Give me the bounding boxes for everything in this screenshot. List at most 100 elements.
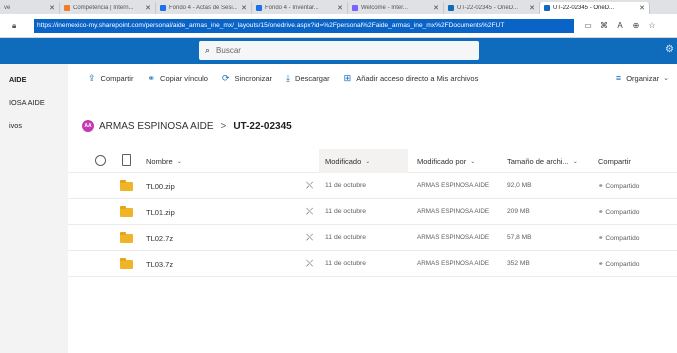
zoom-icon[interactable]: ⊕: [628, 21, 644, 30]
file-modified: 11 de octubre: [325, 260, 367, 267]
file-type-icon: [122, 154, 131, 166]
close-icon[interactable]: ✕: [49, 4, 55, 12]
chevron-down-icon: ⌄: [572, 158, 578, 165]
file-size: 57,8 MB: [507, 234, 532, 241]
url-field[interactable]: https://inemexico-my.sharepoint.com/pers…: [34, 18, 574, 33]
lock-icon[interactable]: 🔒︎: [12, 21, 26, 31]
browser-tab[interactable]: Welcome - Inter... ✕: [348, 2, 444, 14]
avatar: AA: [82, 120, 94, 132]
file-name[interactable]: TL00.zip: [146, 182, 175, 191]
zip-folder-icon: [120, 180, 133, 191]
file-modified: 11 de octubre: [325, 208, 367, 215]
column-size-label: Tamaño de archi...: [507, 156, 569, 166]
select-all-radio[interactable]: [95, 155, 106, 166]
file-name[interactable]: TL02.7z: [146, 234, 173, 243]
shortcut-icon: ⊞: [343, 72, 352, 83]
link-icon: ⚭: [598, 183, 604, 190]
favicon-icon: [352, 5, 358, 11]
file-row[interactable]: TL03.7z ⤬ 11 de octubre ARMAS ESPINOSA A…: [68, 251, 677, 277]
file-sharing-status: ⚭ Compartido: [598, 260, 639, 268]
file-sharing-status: ⚭ Compartido: [598, 234, 639, 242]
sync-arrows-icon[interactable]: ⤬: [306, 206, 313, 217]
tab-label: Competencia | Intern...: [73, 5, 134, 11]
sync-label: Sincronizar: [234, 73, 273, 83]
browser-tab[interactable]: Fondo 4 - Inventar... ✕: [252, 2, 348, 14]
file-sharing-status: ⚭ Compartido: [598, 208, 639, 216]
close-icon[interactable]: ✕: [433, 4, 439, 12]
favicon-icon: [160, 5, 166, 11]
column-header-size[interactable]: Tamaño de archi... ⌄: [507, 149, 578, 173]
sort-lines-icon: ≡: [615, 73, 622, 83]
column-modified-label: Modificado: [325, 156, 362, 166]
close-icon[interactable]: ✕: [241, 4, 247, 12]
file-size: 92,0 MB: [507, 182, 532, 189]
sync-arrows-icon[interactable]: ⤬: [306, 258, 313, 269]
file-size: 209 MB: [507, 208, 530, 215]
nav-item-user-full[interactable]: IOSA AIDE: [9, 98, 45, 107]
column-sharing-label: Compartir: [598, 156, 631, 166]
suite-bar: ⌕ Buscar ⚙: [0, 38, 677, 64]
file-row[interactable]: TL02.7z ⤬ 11 de octubre ARMAS ESPINOSA A…: [68, 225, 677, 251]
close-icon[interactable]: ✕: [639, 4, 645, 12]
favicon-icon: [448, 5, 454, 11]
column-header-name[interactable]: Nombre ⌄: [146, 149, 182, 173]
file-modified-by: ARMAS ESPINOSA AIDE: [417, 234, 490, 241]
close-icon[interactable]: ✕: [145, 4, 151, 12]
column-name-label: Nombre: [146, 156, 173, 166]
browser-tab[interactable]: Competencia | Intern... ✕: [60, 2, 156, 14]
browser-tab[interactable]: UT-22-02345 - OneD... ✕: [444, 2, 540, 14]
file-modified: 11 de octubre: [325, 234, 367, 241]
link-icon: ⚭: [598, 235, 604, 242]
close-icon[interactable]: ✕: [337, 4, 343, 12]
file-row[interactable]: TL01.zip ⤬ 11 de octubre ARMAS ESPINOSA …: [68, 199, 677, 225]
sync-button[interactable]: ⟳ Sincronizar: [222, 73, 272, 84]
sharing-label: Compartido: [605, 235, 640, 242]
browser-tab[interactable]: ve ✕: [0, 2, 60, 14]
chevron-down-icon: ⌄: [365, 158, 371, 165]
file-list-header: Nombre ⌄ Modificado ⌄ Modificado por ⌄ T…: [68, 149, 677, 173]
browser-tab[interactable]: Fondo 4 - Actas de Sesi... ✕: [156, 2, 252, 14]
nav-item-files[interactable]: ivos: [9, 121, 22, 130]
tab-label: UT-22-02345 - OneD...: [457, 5, 519, 11]
file-name[interactable]: TL03.7z: [146, 260, 173, 269]
file-name[interactable]: TL01.zip: [146, 208, 175, 217]
chevron-down-icon: ⌄: [176, 158, 182, 165]
address-bar-actions: ▭ ⌘ A ⊕ ☆: [580, 21, 660, 30]
organize-button[interactable]: ≡ Organizar ⌄: [616, 73, 669, 83]
screen-icon[interactable]: ▭: [580, 21, 596, 30]
apps-icon[interactable]: ⌘: [596, 21, 612, 30]
file-row[interactable]: TL00.zip ⤬ 11 de octubre ARMAS ESPINOSA …: [68, 173, 677, 199]
download-button[interactable]: ⤓ Descargar: [286, 73, 330, 84]
breadcrumb-owner[interactable]: ARMAS ESPINOSA AIDE: [99, 121, 213, 132]
share-button[interactable]: ⇪ Compartir: [88, 73, 133, 84]
breadcrumb-separator: >: [220, 120, 227, 132]
chevron-down-icon: ⌄: [470, 158, 476, 165]
read-aloud-icon[interactable]: A: [612, 21, 628, 30]
favicon-icon: [64, 5, 70, 11]
sync-arrows-icon[interactable]: ⤬: [306, 232, 313, 243]
nav-item-user[interactable]: AIDE: [9, 75, 26, 84]
organize-label: Organizar: [626, 73, 660, 83]
tab-label: Fondo 4 - Actas de Sesi...: [169, 5, 238, 11]
chevron-down-icon: ⌄: [663, 75, 669, 82]
settings-gear-icon[interactable]: ⚙: [665, 44, 674, 55]
sync-icon: ⟳: [221, 72, 230, 83]
link-icon: ⚭: [147, 72, 156, 83]
file-modified-by: ARMAS ESPINOSA AIDE: [417, 208, 490, 215]
browser-tab-active[interactable]: UT-22-02345 - OneD... ✕: [540, 2, 650, 14]
column-header-modified-by[interactable]: Modificado por ⌄: [417, 149, 475, 173]
add-shortcut-button[interactable]: ⊞ Añadir acceso directo a Mis archivos: [344, 73, 479, 84]
column-modified-by-label: Modificado por: [417, 156, 467, 166]
sharing-label: Compartido: [605, 261, 640, 268]
sync-arrows-icon[interactable]: ⤬: [306, 180, 313, 191]
column-header-modified[interactable]: Modificado ⌄: [319, 149, 408, 173]
favicon-icon: [544, 5, 550, 11]
onedrive-window: ve ✕ Competencia | Intern... ✕ Fondo 4 -…: [0, 0, 677, 353]
copy-link-button[interactable]: ⚭ Copiar vínculo: [147, 73, 208, 84]
file-size: 352 MB: [507, 260, 530, 267]
command-bar: ⇪ Compartir ⚭ Copiar vínculo ⟳ Sincroniz…: [68, 64, 677, 92]
close-icon[interactable]: ✕: [529, 4, 535, 12]
search-box[interactable]: ⌕ Buscar: [199, 41, 479, 60]
column-header-sharing[interactable]: Compartir: [598, 149, 631, 173]
favorite-icon[interactable]: ☆: [644, 21, 660, 30]
